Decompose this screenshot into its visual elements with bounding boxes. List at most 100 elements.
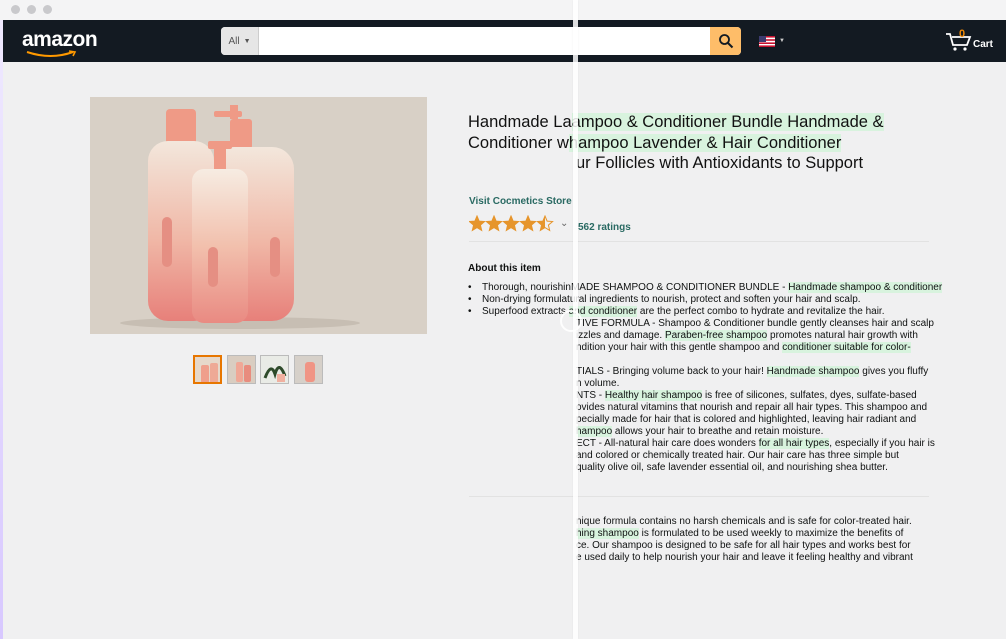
text-segment: for all hair types [758,438,830,449]
text-segment: quality olive oil, safe lavender essenti… [576,462,888,473]
text-line: e used daily to help nourish your hair a… [576,552,936,564]
text-segment: n volume. [576,378,620,389]
text-segment: ECT - All-natural hair care does wonders [576,438,759,449]
text-segment: is free of silicones, sulfates, dyes, su… [702,390,917,401]
product-bottles-image [120,105,360,329]
cart-button[interactable]: 0 Cart [945,28,1005,55]
text-line: ovides natural vitamins that nourish and… [468,402,958,414]
text-line: izzles and damage. Paraben-free shampoo … [468,330,958,342]
text-line: ECT - All-natural hair care does wonders… [468,438,958,450]
title-segment: Handmade La [468,113,572,131]
amazon-smile-icon [26,50,77,57]
text-segment: NTS - [576,390,605,401]
bottles-thumb-2-icon [228,356,255,383]
product-title: Handmade Laampoo & Conditioner Bundle Ha… [468,112,928,174]
window-titlebar [0,0,1006,20]
bullet-icon: • [468,306,472,317]
product-thumb-icon [295,356,322,383]
title-segment: Hair Conditioner [722,133,842,152]
title-segment: ur Follicles with Antioxidants to Suppor… [576,154,864,172]
cart-label: Cart [973,39,994,50]
text-segment: ndition your hair with this gentle shamp… [576,342,783,353]
text-line: hampoo allows your hair to breathe and r… [468,426,958,438]
text-segment: Non-drying formula [482,294,568,305]
text-segment: Thorough, nourishin [482,282,571,293]
text-segment: promotes natural hair growth with [767,330,918,341]
cart-count: 0 [959,28,966,40]
star-icon [469,216,485,231]
thumbnail-2[interactable] [227,355,256,384]
text-segment: MADE SHAMPOO & CONDITIONER BUNDLE - [570,282,789,293]
text-segment: hampoo [576,426,613,437]
text-line: TIVE FORMULA - Shampoo & Conditioner bun… [468,318,958,330]
text-segment: gives you fluffy [859,366,929,377]
text-segment: ovides natural vitamins that nourish and… [576,402,928,413]
text-segment: hing shampoo [576,528,639,539]
splitter-handle[interactable] [560,310,582,332]
star-icon [486,216,502,231]
text-line: • Thorough, nourishinMADE SHAMPOO & CONDI… [468,282,958,294]
close-window-icon[interactable] [11,5,20,14]
text-segment: pecially made for hair that is colored a… [576,414,917,425]
text-segment: Superfood extracts [482,306,569,317]
product-main-image[interactable] [90,97,427,334]
star-rating-icon[interactable] [469,215,555,233]
text-segment: Handmade shampoo & conditioner [788,282,943,293]
text-segment: Handmade shampoo [766,366,860,377]
text-segment: TIVE FORMULA - Shampoo & Conditioner bun… [576,318,934,329]
language-caret-icon[interactable]: ▼ [779,38,785,44]
thumbnail-1[interactable] [193,355,222,384]
window-edge [0,20,3,639]
us-flag-icon[interactable] [759,36,775,47]
text-line: pecially made for hair that is colored a… [468,414,958,426]
search-icon [718,34,733,49]
text-segment: ce. Our shampoo is designed to be safe f… [576,540,911,551]
bottles-thumb-icon [195,357,220,382]
star-icon [503,216,519,231]
title-segment: ampoo & Conditioner Bundle Handmade & [571,113,884,131]
title-segment: Conditioner w [468,133,569,152]
chevron-down-icon: ▼ [243,37,251,45]
ratings-count-link[interactable]: 562 ratings [578,222,631,233]
minimize-window-icon[interactable] [27,5,36,14]
about-bullets: • Thorough, nourishinMADE SHAMPOO & CONDI… [468,282,958,474]
text-segment: nique formula contains no harsh chemical… [576,516,912,527]
text-segment: , especially if you hair is [829,438,935,449]
thumbnail-3[interactable] [260,355,289,384]
search-category-dropdown[interactable]: All ▼ [221,27,259,55]
bullet-icon: • [468,294,472,305]
product-description: nique formula contains no harsh chemical… [576,516,936,564]
text-line: ndition your hair with this gentle shamp… [468,342,958,354]
plant-thumb-icon [261,356,288,383]
search-button[interactable] [710,27,741,55]
amazon-logo[interactable]: amazon [22,28,98,52]
text-line: n volume. [468,378,958,390]
text-line: nique formula contains no harsh chemical… [576,516,936,528]
text-line: • Non-drying formulatural ingredients to … [468,294,958,306]
text-segment: conditioner suitable for color- [782,342,911,353]
thumbnail-4[interactable] [294,355,323,384]
text-segment: are the perfect combo to hydrate and rev… [637,306,885,317]
title-segment: hampoo Lavender & [568,133,723,152]
text-segment: TIALS - Bringing volume back to your hai… [576,366,767,377]
search-input[interactable] [259,27,709,55]
text-line: and colored or chemically treated hair. … [468,450,958,462]
divider [469,241,929,242]
text-line: hing shampoo is formulated to be used we… [576,528,936,540]
text-line: quality olive oil, safe lavender essenti… [468,462,958,474]
star-icon [520,216,536,231]
text-line: • Superfood extracts and conditioner are … [468,306,958,318]
text-segment: allows your hair to breathe and retain m… [612,426,824,437]
chevron-down-icon[interactable]: ⌄ [560,218,568,229]
search-category-label: All [228,35,240,47]
text-line [468,354,958,366]
visit-store-link[interactable]: Visit Cocmetics Store [469,196,572,207]
site-header: amazon All ▼ ▼ 0 Cart [3,20,1006,62]
divider [469,496,929,497]
text-segment: is formulated to be used weekly to maxim… [638,528,904,539]
text-segment: izzles and damage. [576,330,665,341]
maximize-window-icon[interactable] [43,5,52,14]
text-segment: tural ingredients to nourish, protect an… [567,294,861,305]
text-line: NTS - Healthy hair shampoo is free of si… [468,390,958,402]
text-segment: Healthy hair shampoo [604,390,703,401]
